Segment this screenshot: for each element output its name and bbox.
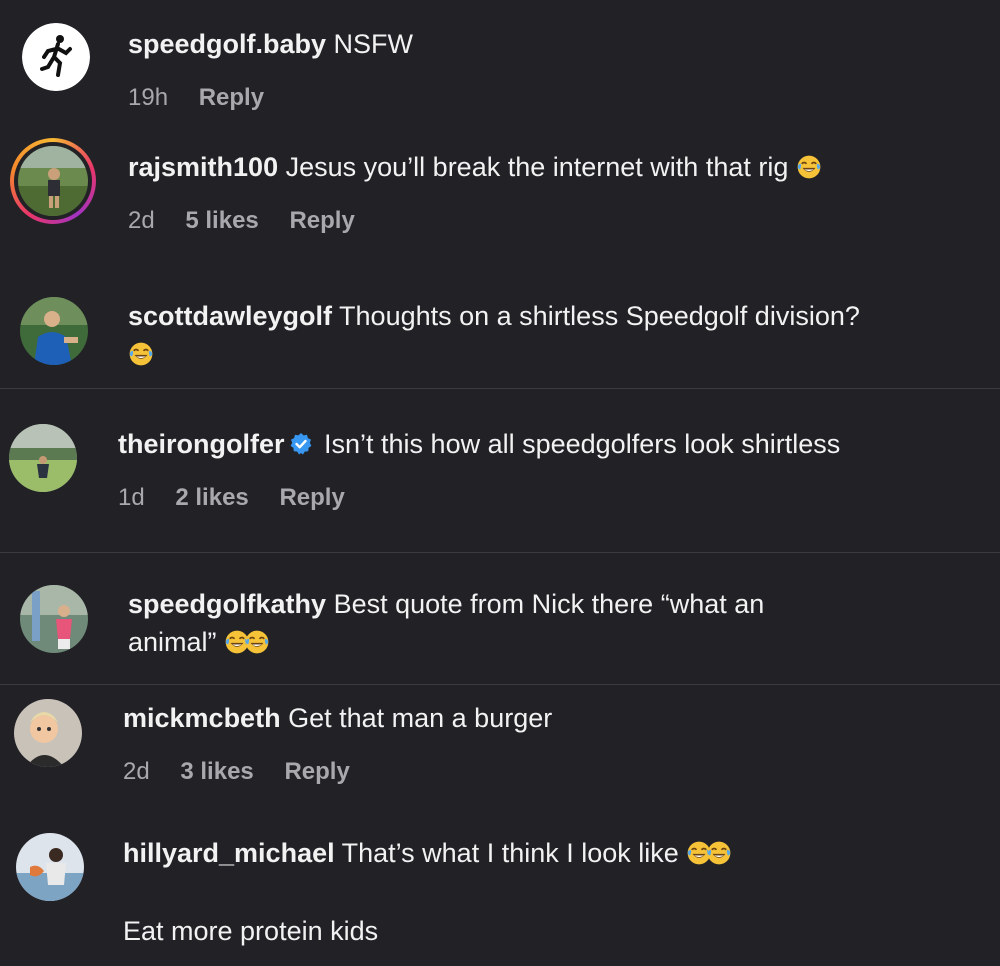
avatar[interactable] [9,424,77,492]
reply-button[interactable]: Reply [289,207,354,234]
comment-text: speedgolf.baby NSFW [128,25,413,63]
comment-body: Isn’t this how all speedgolfers look shi… [324,429,841,459]
comment-text-continued: animal” [128,623,270,661]
comment-body: Thoughts on a shirtless Speedgolf divisi… [339,301,860,331]
face-with-tears-of-joy-icon [706,840,732,866]
comment-item: scottdawleygolf Thoughts on a shirtless … [0,255,1000,388]
comment-meta: 1d 2 likes Reply [118,484,369,512]
face-with-tears-of-joy-icon [128,341,154,367]
profile-photo-icon [20,297,88,365]
avatar[interactable] [20,585,88,653]
username[interactable]: scottdawleygolf [128,301,332,331]
verified-badge-icon [290,433,311,455]
comment-body: That’s what I think I look like [341,838,679,868]
comment-text: theirongolfer Isn’t this how all speedgo… [118,425,840,463]
comment-meta: 2d 5 likes Reply [128,207,379,235]
comment-text: speedgolfkathy Best quote from Nick ther… [128,585,764,623]
comment-text-continued: Eat more protein kids [123,912,378,950]
comment-time: 2d [123,758,150,785]
reply-button[interactable]: Reply [284,758,349,785]
comment-body: Best quote from Nick there “what an [333,589,765,619]
profile-photo-icon [9,424,77,492]
comment-item: speedgolf.baby NSFW 19h Reply [0,0,1000,130]
username[interactable]: theirongolfer [118,429,285,459]
comment-body: Jesus you’ll break the internet with tha… [285,152,789,182]
comment-body: Get that man a burger [288,703,553,733]
avatar[interactable] [14,699,82,767]
profile-photo-icon [20,585,88,653]
reply-button[interactable]: Reply [279,484,344,511]
username[interactable]: rajsmith100 [128,152,278,182]
profile-photo-icon [16,833,84,901]
face-with-tears-of-joy-icon [796,154,822,180]
username[interactable]: mickmcbeth [123,703,281,733]
comment-meta: 2d 3 likes Reply [123,758,374,786]
username[interactable]: speedgolf.baby [128,29,326,59]
comment-text: scottdawleygolf Thoughts on a shirtless … [128,297,860,335]
comment-item: mickmcbeth Get that man a burger 2d 3 li… [0,685,1000,813]
likes-count[interactable]: 3 likes [180,758,253,785]
comment-text: hillyard_michael That’s what I think I l… [123,834,732,872]
runner-logo-icon [22,23,90,91]
likes-count[interactable]: 5 likes [185,207,258,234]
comment-body-continued: animal” [128,627,217,657]
likes-count[interactable]: 2 likes [175,484,248,511]
comment-item: speedgolfkathy Best quote from Nick ther… [0,553,1000,684]
comment-meta: 19h Reply [128,84,288,112]
avatar[interactable] [16,833,84,901]
comment-body-continued: Eat more protein kids [123,916,379,946]
comment-body: NSFW [333,29,414,59]
username[interactable]: speedgolfkathy [128,589,326,619]
avatar[interactable] [10,138,96,224]
profile-photo-icon [18,146,88,216]
reply-button[interactable]: Reply [199,84,264,111]
comment-time: 1d [118,484,145,511]
comment-time: 2d [128,207,155,234]
username[interactable]: hillyard_michael [123,838,335,868]
comment-text: mickmcbeth Get that man a burger [123,699,552,737]
comment-item: rajsmith100 Jesus you’ll break the inter… [0,130,1000,255]
comment-time: 19h [128,84,169,111]
comment-item: hillyard_michael That’s what I think I l… [0,813,1000,966]
comment-text: rajsmith100 Jesus you’ll break the inter… [128,148,822,186]
avatar[interactable] [22,23,90,91]
profile-photo-icon [14,699,82,767]
face-with-tears-of-joy-icon [244,629,270,655]
comment-item: theirongolfer Isn’t this how all speedgo… [0,389,1000,552]
comment-text-continued [128,335,154,373]
avatar[interactable] [20,297,88,365]
